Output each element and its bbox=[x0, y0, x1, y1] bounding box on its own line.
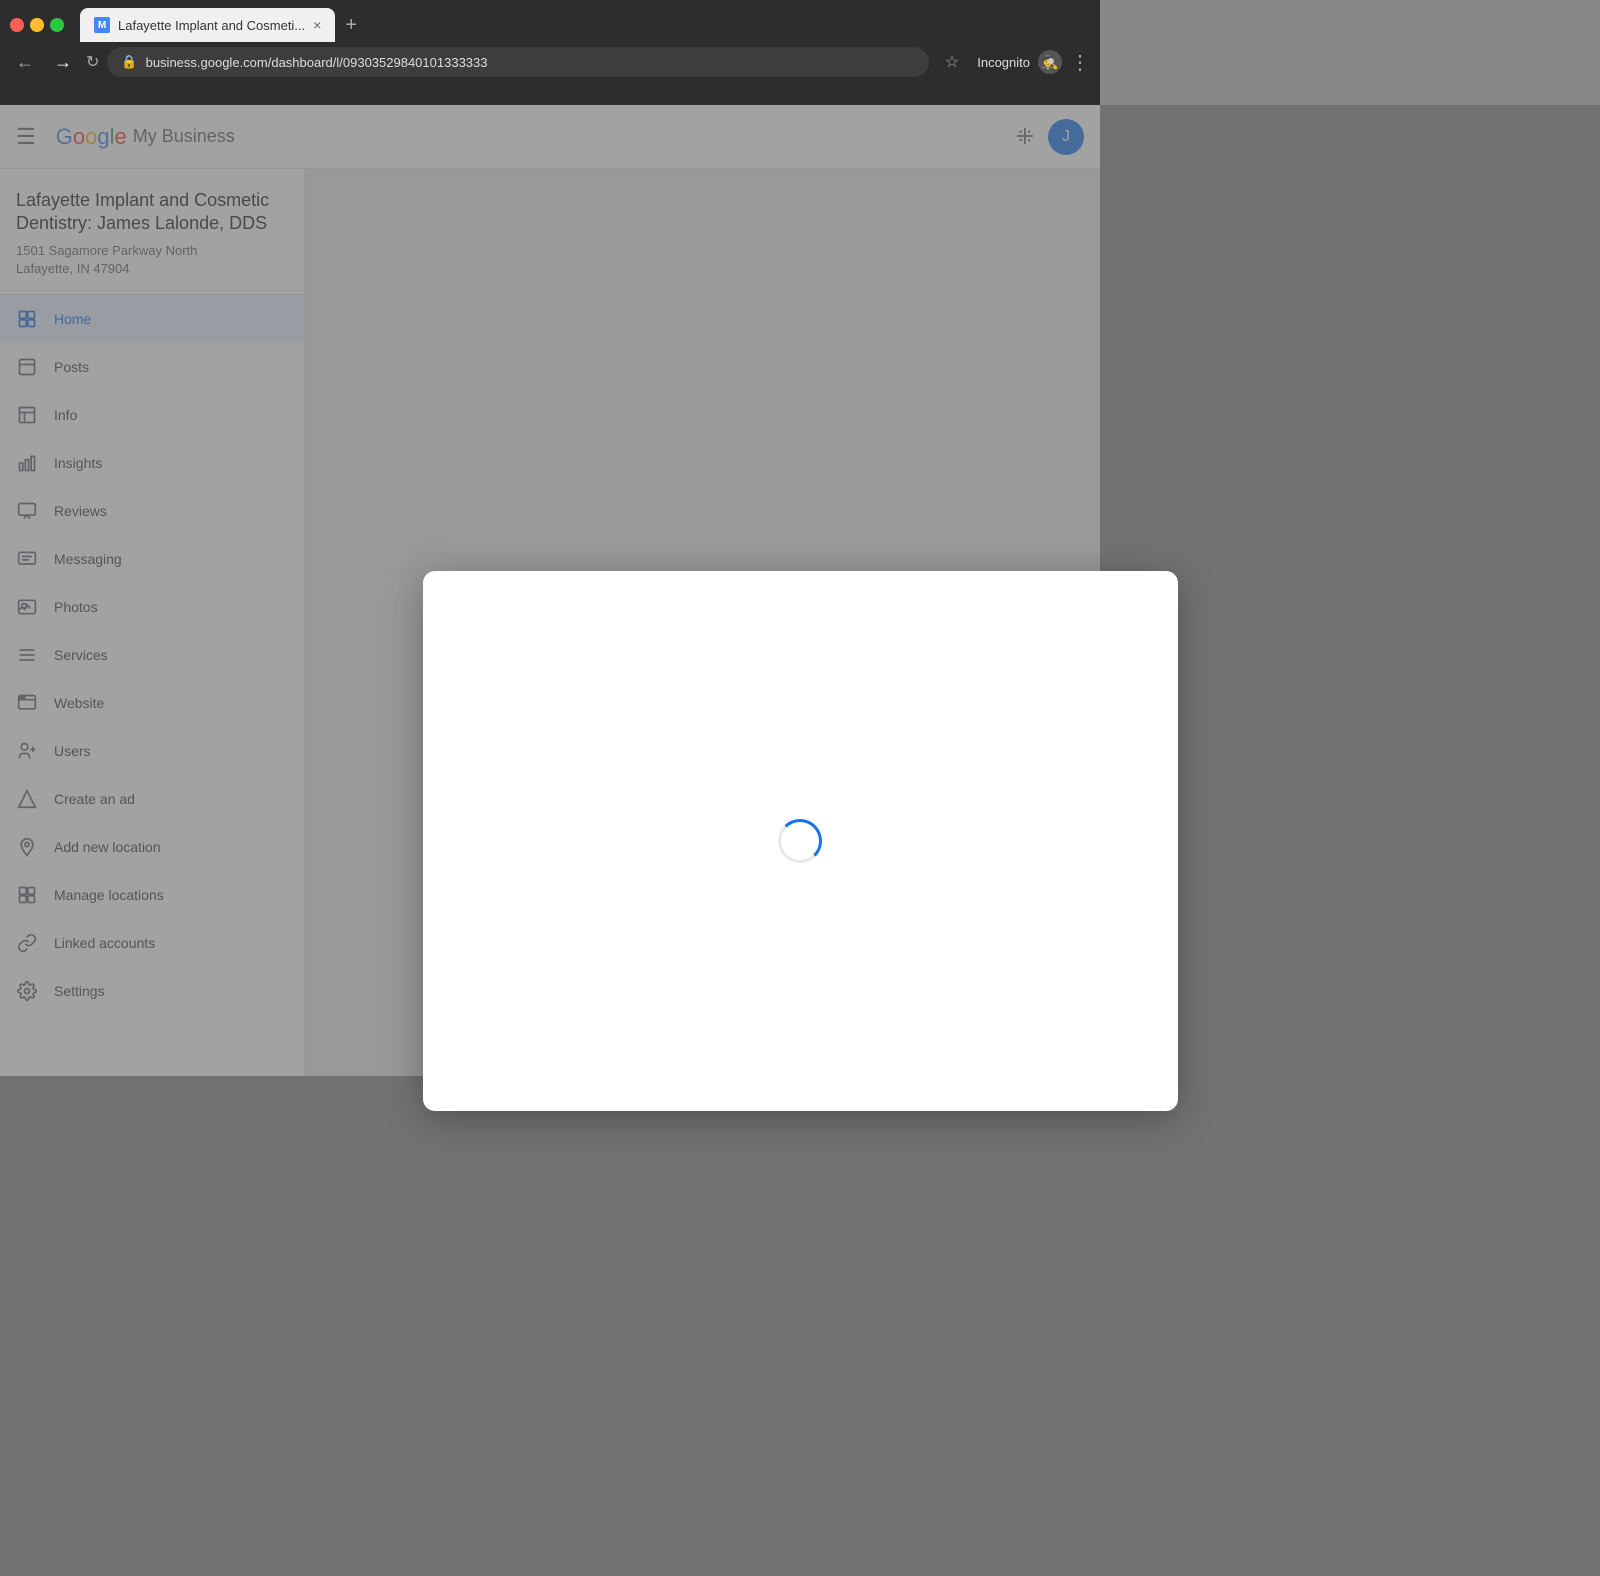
new-tab-button[interactable]: + bbox=[345, 14, 357, 37]
minimize-window-button[interactable] bbox=[30, 18, 44, 32]
tab-label: Lafayette Implant and Cosmeti... bbox=[118, 18, 305, 33]
url-bar[interactable]: 🔒 business.google.com/dashboard/l/093035… bbox=[107, 47, 928, 77]
reload-button[interactable]: ↻ bbox=[86, 52, 99, 72]
browser-chrome: M Lafayette Implant and Cosmeti... × + ←… bbox=[0, 0, 1100, 105]
loading-modal bbox=[423, 571, 1178, 1111]
address-bar: ← → ↻ 🔒 business.google.com/dashboard/l/… bbox=[0, 42, 1100, 82]
browser-menu-button[interactable]: ⋮ bbox=[1070, 50, 1090, 75]
active-tab[interactable]: M Lafayette Implant and Cosmeti... × bbox=[80, 8, 335, 42]
tab-bar: M Lafayette Implant and Cosmeti... × + bbox=[0, 0, 1100, 42]
tab-favicon: M bbox=[94, 17, 110, 33]
tab-close-button[interactable]: × bbox=[313, 17, 321, 33]
window-controls bbox=[10, 18, 64, 32]
incognito-icon: 🕵 bbox=[1038, 50, 1062, 74]
incognito-label: Incognito bbox=[977, 55, 1030, 70]
loading-spinner bbox=[778, 819, 822, 863]
forward-button[interactable]: → bbox=[48, 50, 78, 75]
url-text: business.google.com/dashboard/l/09303529… bbox=[146, 55, 488, 70]
modal-overlay bbox=[0, 105, 1600, 1576]
close-window-button[interactable] bbox=[10, 18, 24, 32]
bookmark-icon[interactable]: ☆ bbox=[945, 52, 959, 72]
incognito-area: Incognito 🕵 bbox=[977, 50, 1062, 74]
maximize-window-button[interactable] bbox=[50, 18, 64, 32]
back-button[interactable]: ← bbox=[10, 50, 40, 75]
lock-icon: 🔒 bbox=[121, 54, 137, 70]
